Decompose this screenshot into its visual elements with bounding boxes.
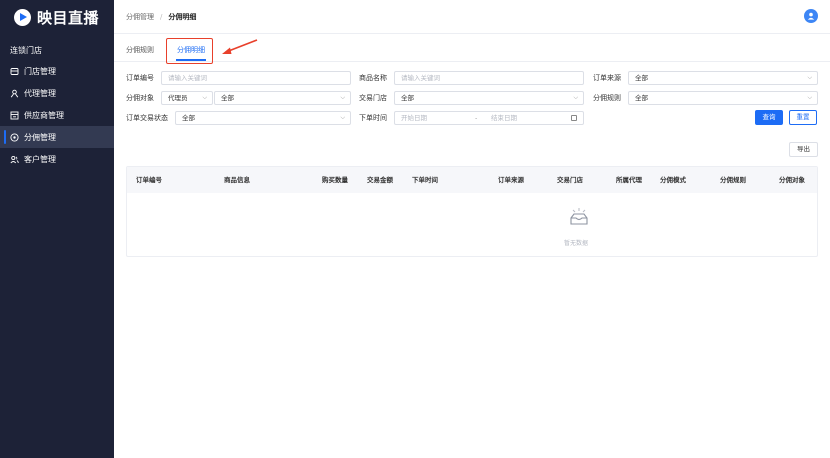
trade-store-label: 交易门店 — [359, 94, 387, 102]
customers-icon — [10, 155, 19, 164]
sidebar-item-label: 分佣管理 — [24, 132, 56, 142]
product-name-label: 商品名称 — [359, 74, 387, 82]
breadcrumb-parent[interactable]: 分佣管理 — [126, 12, 154, 22]
sidebar: 映目直播 连锁门店 门店管理 代理管理 供应商管理 分佣管理 客户管理 — [0, 0, 114, 458]
logo: 映目直播 — [0, 0, 114, 34]
date-range-separator: - — [475, 114, 478, 122]
order-no-label: 订单编号 — [126, 74, 154, 82]
column-header: 分佣规则 — [720, 176, 746, 184]
column-header: 购买数量 — [322, 176, 348, 184]
start-date-input[interactable]: 开始日期 — [401, 114, 427, 122]
empty-text: 暂无数据 — [564, 240, 589, 247]
column-header: 订单编号 — [136, 176, 162, 184]
sidebar-item-suppliers[interactable]: 供应商管理 — [0, 104, 114, 126]
play-logo-icon — [14, 8, 31, 26]
agent-icon — [10, 89, 19, 98]
column-header: 订单来源 — [498, 176, 524, 184]
supplier-icon — [10, 111, 19, 120]
column-header: 交易门店 — [557, 176, 583, 184]
commission-target-type-value: 代理员 — [168, 94, 188, 102]
chevron-down-icon: ⌵ — [340, 114, 345, 121]
trade-store-value: 全部 — [401, 94, 414, 102]
breadcrumb-separator: / — [160, 12, 163, 21]
sidebar-item-commission[interactable]: 分佣管理 — [0, 126, 114, 148]
order-no-input[interactable]: 请输入关键词 — [161, 71, 351, 85]
breadcrumb-current: 分佣明细 — [168, 12, 197, 21]
chevron-down-icon: ⌵ — [807, 94, 812, 101]
tab-commission-rules[interactable]: 分佣规则 — [126, 34, 154, 62]
empty-state: 暂无数据 — [127, 193, 817, 258]
end-date-input[interactable]: 结束日期 — [491, 112, 517, 124]
commission-rule-label: 分佣规则 — [593, 94, 621, 102]
reset-button[interactable]: 重置 — [789, 110, 817, 125]
empty-box-icon — [570, 208, 588, 225]
column-header: 分佣模式 — [660, 176, 686, 184]
column-header: 下单时间 — [412, 176, 438, 184]
commission-target-select[interactable]: 全部 ⌵ — [214, 91, 351, 105]
logo-text: 映目直播 — [37, 8, 100, 27]
sidebar-item-stores[interactable]: 门店管理 — [0, 60, 114, 82]
sidebar-item-label: 客户管理 — [24, 154, 56, 164]
sidebar-item-label: 代理管理 — [24, 88, 56, 98]
order-time-range-picker[interactable]: 开始日期 - 结束日期 — [394, 111, 584, 125]
sidebar-item-label: 门店管理 — [24, 66, 56, 76]
sidebar-item-customers[interactable]: 客户管理 — [0, 148, 114, 170]
table-header: 订单编号 商品信息 购买数量 交易金额 下单时间 订单来源 交易门店 所属代理 … — [127, 167, 817, 193]
chevron-down-icon: ⌵ — [340, 94, 345, 101]
column-header: 所属代理 — [616, 176, 642, 184]
store-icon — [10, 67, 19, 76]
commission-target-type-select[interactable]: 代理员 ⌵ — [161, 91, 213, 105]
user-avatar-icon[interactable] — [804, 9, 818, 23]
column-header: 交易金额 — [367, 176, 393, 184]
order-status-label: 订单交易状态 — [126, 114, 168, 122]
top-header: 分佣管理 / 分佣明细 — [114, 0, 830, 34]
chevron-down-icon: ⌵ — [807, 74, 812, 81]
commission-target-value: 全部 — [221, 94, 234, 102]
chevron-down-icon: ⌵ — [573, 94, 578, 101]
commission-target-label: 分佣对象 — [126, 94, 154, 102]
query-button[interactable]: 查询 — [755, 110, 783, 125]
calendar-icon — [571, 115, 577, 121]
order-source-select[interactable]: 全部 ⌵ — [628, 71, 818, 85]
commission-icon — [10, 132, 19, 142]
order-source-value: 全部 — [635, 74, 648, 82]
sidebar-item-label: 供应商管理 — [24, 110, 64, 120]
order-status-select[interactable]: 全部 ⌵ — [175, 111, 351, 125]
commission-rule-value: 全部 — [635, 94, 648, 102]
chevron-down-icon: ⌵ — [202, 94, 207, 101]
sidebar-section-title: 连锁门店 — [10, 46, 42, 55]
order-source-label: 订单来源 — [593, 74, 621, 82]
column-header: 商品信息 — [224, 176, 250, 184]
annotation-highlight-box — [166, 38, 213, 64]
commission-details-table: 订单编号 商品信息 购买数量 交易金额 下单时间 订单来源 交易门店 所属代理 … — [126, 166, 818, 257]
export-button[interactable]: 导出 — [789, 142, 818, 157]
order-status-value: 全部 — [182, 114, 195, 122]
column-header: 分佣对象 — [779, 176, 805, 184]
annotation-arrow-icon — [222, 39, 258, 54]
commission-rule-select[interactable]: 全部 ⌵ — [628, 91, 818, 105]
product-name-input[interactable]: 请输入关键词 — [394, 71, 584, 85]
order-time-label: 下单时间 — [359, 114, 387, 122]
sidebar-item-agents[interactable]: 代理管理 — [0, 82, 114, 104]
trade-store-select[interactable]: 全部 ⌵ — [394, 91, 584, 105]
